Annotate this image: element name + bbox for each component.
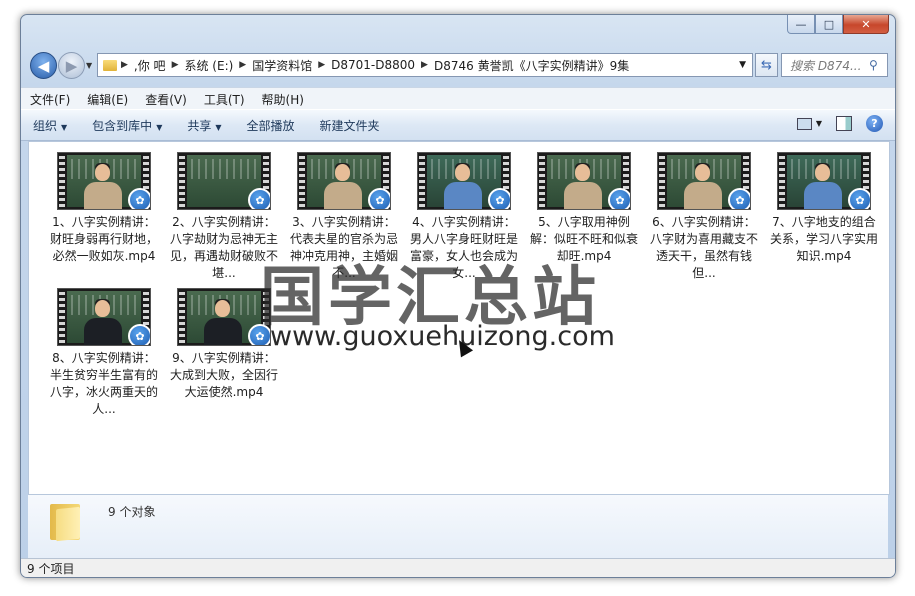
video-thumbnail: ✿ [177, 152, 271, 210]
file-name: 9、八字实例精讲：大成到大败，全因行大运使然.mp4 [169, 351, 278, 399]
chevron-right-icon[interactable]: ▶ [121, 60, 128, 70]
breadcrumb-range[interactable]: D8701-D8800 [325, 58, 421, 72]
forward-button[interactable]: ▶ [58, 52, 85, 79]
chevron-down-icon: ▼ [61, 122, 68, 132]
file-item[interactable]: ✿ 8、八字实例精讲：半生贫穷半生富有的八字，冰火两重天的人... [49, 288, 159, 418]
menu-bar: 文件(F) 编辑(E) 查看(V) 工具(T) 帮助(H) [21, 87, 895, 110]
share-label: 共享 [187, 118, 212, 133]
back-button[interactable]: ◀ [30, 52, 57, 79]
video-player-icon: ✿ [488, 188, 510, 209]
search-icon[interactable]: ⚲ [869, 58, 887, 72]
menu-view[interactable]: 查看(V) [136, 91, 195, 108]
chevron-right-icon[interactable]: ▶ [239, 60, 246, 70]
menu-tools[interactable]: 工具(T) [195, 91, 253, 108]
chevron-down-icon: ▼ [215, 122, 222, 132]
address-bar[interactable]: ▶ ,你 吧 ▶ 系统 (E:) ▶ 国学资料馆 ▶ D8701-D8800 ▶… [97, 53, 753, 77]
video-thumbnail: ✿ [777, 152, 871, 210]
file-name: 8、八字实例精讲：半生贫穷半生富有的八字，冰火两重天的人... [49, 351, 158, 416]
chevron-down-icon: ▼ [156, 122, 163, 132]
address-dropdown-icon[interactable]: ▼ [733, 60, 752, 70]
chevron-right-icon[interactable]: ▶ [172, 60, 179, 70]
chevron-down-icon: ▼ [815, 119, 822, 128]
breadcrumb-drive[interactable]: 系统 (E:) [178, 57, 239, 74]
status-text: 9 个项目 [27, 561, 75, 576]
watermark-url: www.guoxuehuizong.com [270, 321, 615, 352]
include-library-label: 包含到库中 [92, 118, 153, 133]
object-count: 9 个对象 [108, 505, 156, 519]
recent-pages-dropdown-icon[interactable]: ▼ [86, 61, 92, 70]
play-all-button[interactable]: 全部播放 [235, 117, 308, 134]
folder-icon [103, 59, 117, 71]
new-folder-button[interactable]: 新建文件夹 [308, 117, 393, 134]
breadcrumb-library[interactable]: 国学资料馆 [246, 57, 318, 74]
search-box[interactable]: 搜索 D874... ⚲ [781, 53, 888, 77]
command-bar: 组织 ▼ 包含到库中 ▼ 共享 ▼ 全部播放 新建文件夹 ▼ ? [21, 109, 895, 141]
video-player-icon: ✿ [608, 188, 630, 209]
organize-label: 组织 [33, 118, 58, 133]
video-player-icon: ✿ [848, 188, 870, 209]
file-item[interactable]: ✿ 1、八字实例精讲：财旺身弱再行财地，必然一败如灰.mp4 [49, 152, 159, 265]
chevron-right-icon[interactable]: ▶ [318, 60, 325, 70]
view-icon [796, 117, 812, 130]
file-name: 6、八字实例精讲：八字财为喜用藏支不透天干，虽然有钱但... [649, 215, 758, 280]
video-player-icon: ✿ [128, 324, 150, 345]
menu-file[interactable]: 文件(F) [21, 91, 78, 108]
video-player-icon: ✿ [128, 188, 150, 209]
organize-button[interactable]: 组织 ▼ [21, 117, 80, 134]
change-view-button[interactable]: ▼ [796, 117, 822, 130]
folder-icon [50, 500, 80, 542]
search-input[interactable]: 搜索 D874... [782, 57, 869, 74]
close-button[interactable]: ✕ [843, 15, 889, 34]
share-button[interactable]: 共享 ▼ [175, 117, 234, 134]
file-item[interactable]: ✿ 6、八字实例精讲：八字财为喜用藏支不透天干，虽然有钱但... [649, 152, 759, 282]
video-player-icon: ✿ [728, 188, 750, 209]
video-thumbnail: ✿ [537, 152, 631, 210]
video-thumbnail: ✿ [177, 288, 271, 346]
video-player-icon: ✿ [248, 188, 270, 209]
minimize-button[interactable]: — [787, 15, 815, 34]
refresh-button[interactable]: ⇆ [755, 53, 778, 77]
view-controls: ▼ ? [796, 115, 883, 132]
video-thumbnail: ✿ [657, 152, 751, 210]
help-icon[interactable]: ? [866, 115, 883, 132]
video-thumbnail: ✿ [57, 152, 151, 210]
video-thumbnail: ✿ [297, 152, 391, 210]
file-name: 1、八字实例精讲：财旺身弱再行财地，必然一败如灰.mp4 [49, 215, 158, 263]
chevron-right-icon[interactable]: ▶ [421, 60, 428, 70]
preview-pane-icon[interactable] [836, 116, 852, 131]
maximize-button[interactable]: □ [815, 15, 843, 34]
breadcrumb-current[interactable]: D8746 黄誉凯《八字实例精讲》9集 [428, 57, 635, 74]
video-thumbnail: ✿ [417, 152, 511, 210]
include-in-library-button[interactable]: 包含到库中 ▼ [80, 117, 175, 134]
video-player-icon: ✿ [368, 188, 390, 209]
details-pane: 9 个对象 [28, 494, 888, 559]
file-name: 7、八字地支的组合关系，学习八字实用知识.mp4 [769, 215, 878, 263]
navigation-bar: ◀ ▶ ▼ ▶ ,你 吧 ▶ 系统 (E:) ▶ 国学资料馆 ▶ D8701-D… [21, 45, 895, 79]
caption-buttons: — □ ✕ [787, 15, 889, 34]
file-item[interactable]: ✿ 7、八字地支的组合关系，学习八字实用知识.mp4 [769, 152, 879, 265]
video-thumbnail: ✿ [57, 288, 151, 346]
breadcrumb-root[interactable]: ,你 吧 [128, 57, 172, 74]
status-bar: 9 个项目 [21, 558, 895, 577]
menu-edit[interactable]: 编辑(E) [78, 91, 136, 108]
menu-help[interactable]: 帮助(H) [253, 91, 312, 108]
